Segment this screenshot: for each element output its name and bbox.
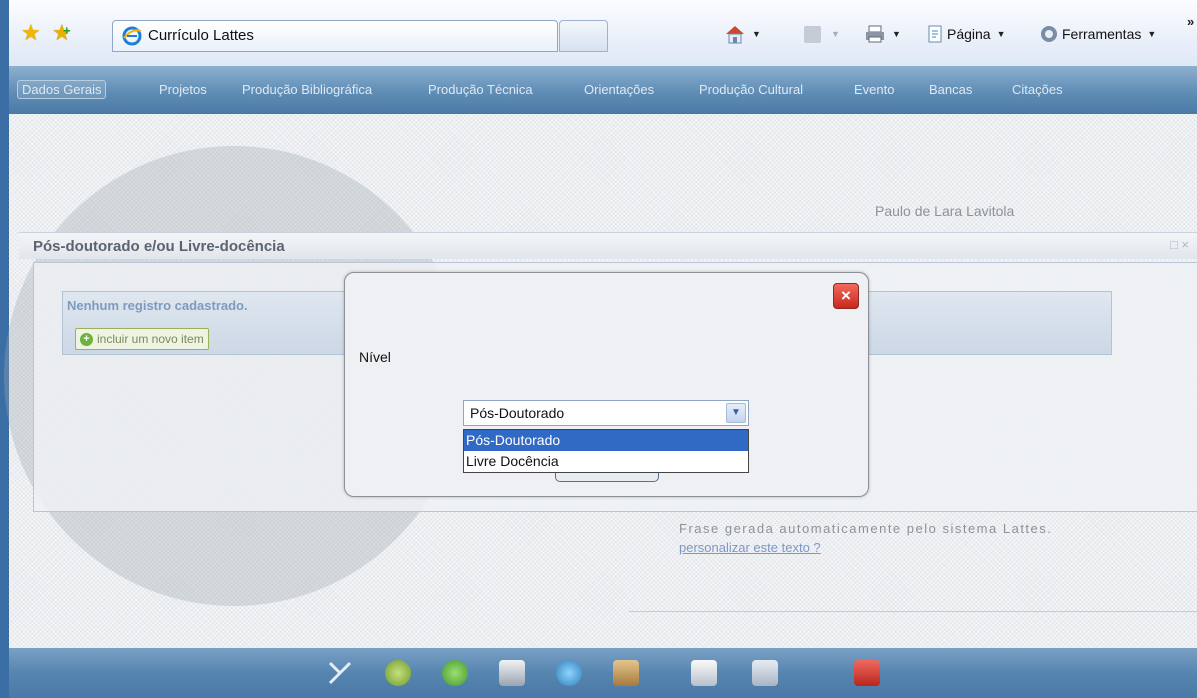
panel-header: Pós-doutorado e/ou Livre-docência □ × bbox=[19, 232, 1197, 259]
background-description-text: Frase gerada automaticamente pelo sistem… bbox=[679, 521, 1053, 536]
page-menu-label: Página bbox=[947, 26, 991, 42]
nivel-dialog: × Nível Pós-Doutorado ▼ Pós-Doutorado Li… bbox=[344, 272, 869, 497]
customize-text-link[interactable]: personalizar este texto ? bbox=[679, 540, 821, 555]
more-commands-chevron-icon[interactable]: » bbox=[1187, 14, 1194, 29]
nivel-select[interactable]: Pós-Doutorado ▼ bbox=[463, 400, 749, 426]
home-button[interactable]: ▼ bbox=[724, 22, 761, 46]
researcher-name: Paulo de Lara Lavitola bbox=[875, 203, 1015, 219]
rss-feed-icon bbox=[804, 25, 821, 43]
refresh-icon[interactable] bbox=[442, 660, 468, 686]
new-tab-button[interactable] bbox=[559, 20, 608, 52]
nivel-select-value: Pós-Doutorado bbox=[470, 405, 565, 421]
copy-icon[interactable] bbox=[752, 660, 778, 686]
nivel-label: Nível bbox=[359, 349, 391, 365]
feeds-button[interactable]: ▼ bbox=[804, 22, 840, 46]
nav-evento[interactable]: Evento bbox=[854, 82, 894, 97]
web-icon[interactable] bbox=[556, 660, 582, 686]
nav-producao-bibliografica[interactable]: Produção Bibliográfica bbox=[242, 82, 372, 97]
page-menu[interactable]: Página ▼ bbox=[926, 22, 1006, 46]
nav-producao-tecnica[interactable]: Produção Técnica bbox=[428, 82, 533, 97]
gear-icon bbox=[1041, 26, 1057, 42]
add-item-button[interactable]: + incluir um novo item bbox=[75, 328, 209, 350]
globe-icon[interactable] bbox=[385, 660, 411, 686]
empty-records-message: Nenhum registro cadastrado. bbox=[67, 298, 248, 313]
add-plus-icon: + bbox=[80, 332, 93, 346]
document-icon[interactable] bbox=[691, 660, 717, 686]
bottom-toolbar bbox=[9, 648, 1197, 698]
page-icon bbox=[928, 25, 942, 43]
print-dropdown-icon[interactable]: ▼ bbox=[892, 29, 901, 39]
nav-bancas[interactable]: Bancas bbox=[929, 82, 972, 97]
home-dropdown-icon[interactable]: ▼ bbox=[752, 29, 761, 39]
page-menu-caret-icon: ▼ bbox=[996, 29, 1006, 39]
browser-tab-title: Currículo Lattes bbox=[148, 27, 254, 44]
tools-menu-label: Ferramentas bbox=[1062, 26, 1142, 42]
nav-citacoes[interactable]: Citações bbox=[1012, 82, 1063, 97]
add-favorites-icon[interactable]: ★ + bbox=[52, 22, 72, 44]
close-icon[interactable]: × bbox=[833, 283, 859, 309]
tools-menu-caret-icon: ▼ bbox=[1147, 29, 1157, 39]
users-icon[interactable] bbox=[613, 660, 639, 686]
print-icon bbox=[866, 25, 884, 43]
nav-projetos[interactable]: Projetos bbox=[159, 82, 207, 97]
nivel-dropdown-list: Pós-Doutorado Livre Docência bbox=[463, 429, 749, 473]
favorites-star-icon[interactable]: ★ bbox=[21, 22, 41, 44]
home-icon bbox=[726, 26, 744, 44]
chevron-down-icon[interactable]: ▼ bbox=[726, 403, 746, 423]
power-icon[interactable] bbox=[854, 660, 880, 686]
print-icon[interactable] bbox=[499, 660, 525, 686]
nav-producao-cultural[interactable]: Produção Cultural bbox=[699, 82, 803, 97]
divider bbox=[629, 611, 1197, 612]
screen: ★ ★ + Currículo Lattes ▼ ▼ ▼ Página ▼ Fe… bbox=[0, 0, 1197, 698]
panel-title: Pós-doutorado e/ou Livre-docência bbox=[33, 238, 285, 255]
nav-orientacoes[interactable]: Orientações bbox=[584, 82, 654, 97]
browser-tab-curriculo[interactable]: Currículo Lattes bbox=[112, 20, 558, 52]
option-pos-doutorado[interactable]: Pós-Doutorado bbox=[464, 430, 748, 451]
panel-window-controls[interactable]: □ × bbox=[1170, 237, 1189, 252]
add-item-label: incluir um novo item bbox=[97, 332, 204, 346]
feeds-dropdown-icon[interactable]: ▼ bbox=[831, 29, 840, 39]
print-button[interactable]: ▼ bbox=[864, 22, 901, 46]
option-livre-docencia[interactable]: Livre Docência bbox=[464, 451, 748, 472]
tools-icon[interactable] bbox=[327, 660, 353, 686]
main-nav-bar: Dados Gerais Projetos Produção Bibliográ… bbox=[9, 66, 1197, 114]
tools-menu[interactable]: Ferramentas ▼ bbox=[1039, 22, 1156, 46]
nav-dados-gerais[interactable]: Dados Gerais bbox=[17, 80, 107, 99]
ie-logo-icon bbox=[122, 26, 142, 46]
browser-toolbar: ★ ★ + Currículo Lattes ▼ ▼ ▼ Página ▼ Fe… bbox=[9, 0, 1197, 67]
